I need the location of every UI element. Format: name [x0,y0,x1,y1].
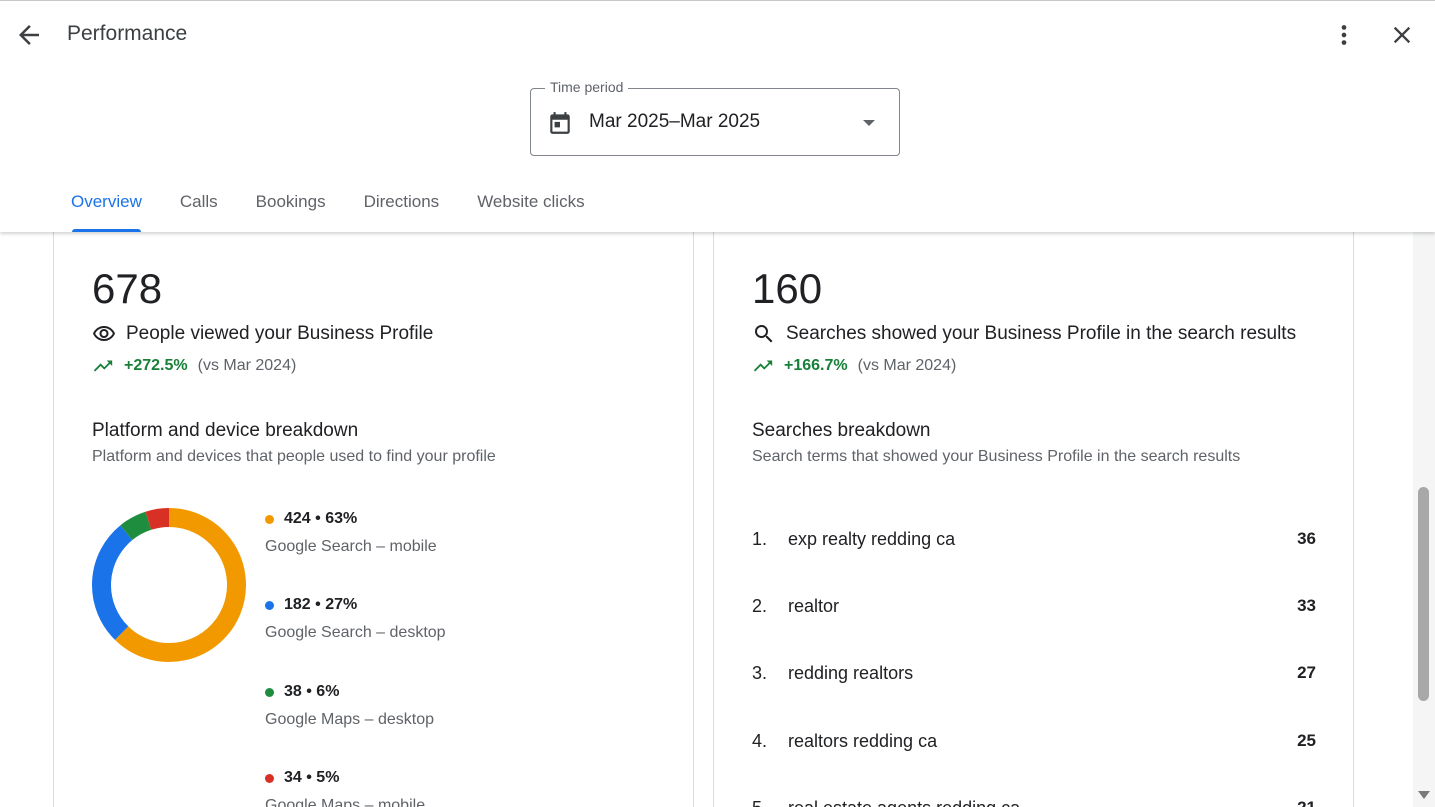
platform-breakdown-subtitle: Platform and devices that people used to… [92,448,496,465]
legend-dot [265,514,274,524]
search-term-count: 33 [1297,596,1316,615]
search-term-row: 4. realtors redding ca 25 [752,731,1316,752]
searches-label: Searches showed your Business Profile in… [786,323,1297,344]
search-term-rank: 1. [752,529,768,549]
header-bar: Performance Time period Mar 2025–Mar 202… [0,0,1435,232]
tab-directions[interactable]: Directions [345,177,459,233]
back-button[interactable] [14,20,44,50]
trending-up-icon [753,360,773,372]
page-title: Performance [67,22,188,45]
views-label: People viewed your Business Profile [126,323,434,344]
donut-segment-maps-desktop [120,511,152,541]
search-term-count: 25 [1297,731,1316,750]
search-term-row: 1. exp realty redding ca 36 [752,529,1316,550]
legend-label: Google Search – desktop [265,624,446,641]
search-term-rank: 2. [752,596,768,616]
tab-bar: Overview Calls Bookings Directions Websi… [52,177,604,233]
views-trend-comparison: (vs Mar 2024) [197,357,297,374]
legend-label: Google Maps – mobile [265,797,426,807]
time-period-value: Mar 2025–Mar 2025 [589,111,761,132]
legend-item-search-mobile: 424 • 63% Google Search – mobile [265,510,437,556]
time-period-label: Time period [545,79,629,95]
legend-item-maps-desktop: 38 • 6% Google Maps – desktop [265,683,434,729]
search-term-count: 36 [1297,529,1316,548]
arrow-drop-down-icon [863,120,875,126]
searches-breakdown-title: Searches breakdown [752,420,931,441]
search-term-count: 21 [1297,798,1316,807]
search-term-row: 3. redding realtors 27 [752,663,1316,684]
legend-value: 34 • 5% [284,769,340,786]
views-card: 678 People viewed your Business Profile … [53,200,694,807]
platform-donut-chart [92,508,246,662]
legend-dot [265,773,274,783]
platform-breakdown-title: Platform and device breakdown [92,420,359,441]
legend-value: 424 • 63% [284,510,358,527]
searches-count: 160 [752,265,823,312]
eye-icon [93,326,115,341]
search-icon [755,325,773,343]
legend-item-search-desktop: 182 • 27% Google Search – desktop [265,596,446,642]
search-term-count: 27 [1297,663,1316,682]
search-term-rank: 5. [752,798,788,807]
legend-item-maps-mobile: 34 • 5% Google Maps – mobile [265,769,425,807]
trending-up-icon [93,360,113,372]
legend-label: Google Search – mobile [265,538,437,555]
views-trend-percent: +272.5% [124,357,188,374]
donut-segment-maps-mobile [145,508,170,530]
scroll-down-arrow-icon[interactable] [1417,789,1431,801]
scrollbar-thumb[interactable] [1418,487,1429,701]
arrow-back-icon [19,25,39,45]
search-term-text: realtor [788,596,840,616]
searches-breakdown-subtitle: Search terms that showed your Business P… [752,448,1241,465]
searches-trend: +166.7% (vs Mar 2024) [752,355,956,377]
search-term-text: exp realty redding ca [788,529,956,549]
legend-label: Google Maps – desktop [265,711,434,728]
tab-overview[interactable]: Overview [52,177,161,233]
legend-dot [265,600,274,610]
more-options-button[interactable] [1330,21,1358,49]
searches-trend-percent: +166.7% [784,357,848,374]
legend-value: 38 • 6% [284,683,340,700]
tab-website-clicks[interactable]: Website clicks [458,177,603,233]
legend-value: 182 • 27% [284,596,358,613]
views-trend: +272.5% (vs Mar 2024) [92,355,296,377]
tab-calls[interactable]: Calls [161,177,237,233]
donut-segment-search-desktop [92,525,133,640]
legend-dot [265,687,274,697]
searches-trend-comparison: (vs Mar 2024) [857,357,957,374]
close-button[interactable] [1388,21,1416,49]
search-term-rank: 4. [752,731,768,751]
vertical-scrollbar[interactable] [1413,232,1435,807]
tab-bookings[interactable]: Bookings [237,177,345,233]
search-term-text: real estate agents redding ca [788,798,1297,807]
search-term-text: realtors redding ca [788,731,938,751]
search-term-row: 5. real estate agents redding ca 21 [752,798,1316,807]
searches-card: 160 Searches showed your Business Profil… [713,200,1354,807]
searches-metric-row: Searches showed your Business Profile in… [752,322,1296,346]
more-vert-icon [1341,25,1347,45]
donut-segment-search-mobile [114,508,246,662]
close-icon [1393,26,1411,44]
views-count: 678 [92,265,163,312]
time-period-select[interactable]: Time period Mar 2025–Mar 2025 [530,79,900,156]
search-term-rank: 3. [752,663,768,683]
search-term-row: 2. realtor 33 [752,596,1316,617]
search-term-text: redding realtors [788,663,914,683]
calendar-icon [550,112,570,134]
views-metric-row: People viewed your Business Profile [92,322,433,346]
